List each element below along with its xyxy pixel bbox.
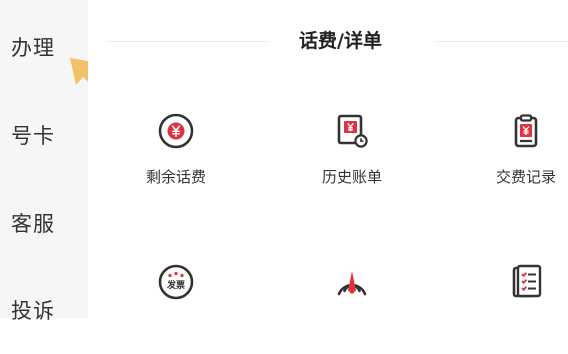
bill-history-icon <box>337 114 368 148</box>
sidebar-item-haoka[interactable]: 号卡 <box>11 123 55 149</box>
tile-bill-history[interactable]: 历史账单 <box>292 113 412 203</box>
invoice-icon: 发票 <box>158 264 194 300</box>
tile-remaining-balance[interactable]: 剩余话费 <box>116 113 236 203</box>
tile-label: 剩余话费 <box>145 168 206 186</box>
tile-signal-gauge[interactable] <box>292 264 412 354</box>
sidebar-nav: 办理 号卡 客服 投诉 <box>0 0 88 323</box>
checklist-icon <box>512 264 542 298</box>
section-divider-left <box>106 41 268 42</box>
invoice-icon-text: 发票 <box>166 279 185 291</box>
tile-label: 历史账单 <box>321 168 382 186</box>
tile-invoice[interactable]: 发票 <box>116 264 236 354</box>
section-divider-right <box>436 41 568 42</box>
payment-record-icon <box>514 114 538 148</box>
signal-gauge-icon <box>337 271 367 296</box>
tile-payment-record[interactable]: 交费记录 <box>466 113 568 203</box>
sidebar-item-kefu[interactable]: 客服 <box>11 211 55 237</box>
main-content: 话费/详单 剩余话费 历史账单 交费记录 发票 <box>88 0 568 318</box>
yuan-circle-icon <box>158 113 194 149</box>
tile-checklist[interactable] <box>466 264 568 354</box>
sidebar-item-tousu[interactable]: 投诉 <box>11 298 55 324</box>
section-title: 话费/详单 <box>299 30 382 52</box>
sidebar-item-banli[interactable]: 办理 <box>11 35 55 61</box>
tile-label: 交费记录 <box>495 168 556 186</box>
